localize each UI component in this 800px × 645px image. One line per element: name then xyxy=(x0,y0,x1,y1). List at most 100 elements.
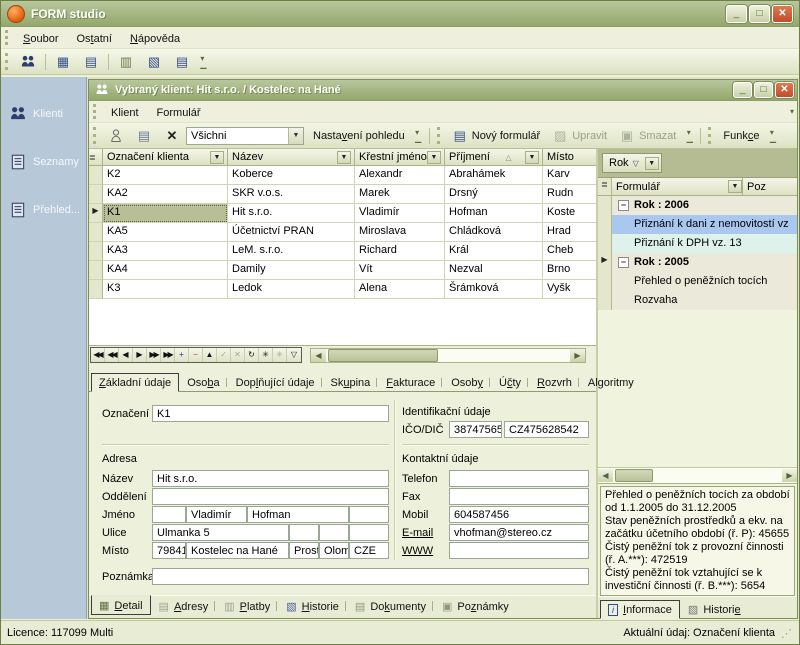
nav-refresh-icon[interactable]: ↻ xyxy=(245,348,259,362)
edit-client-button[interactable]: ▤ xyxy=(131,125,157,147)
toolbar-grip[interactable] xyxy=(93,127,98,145)
table-cell[interactable]: Ledok xyxy=(228,280,355,299)
note-field[interactable] xyxy=(152,568,589,585)
functions-button[interactable]: Funkce xyxy=(718,127,764,145)
tab-historie[interactable]: ▧Historie xyxy=(278,596,347,615)
group-by-year-button[interactable]: Rok ▽ ▼ xyxy=(602,153,662,173)
table-cell[interactable]: KA3 xyxy=(103,242,228,261)
table-cell[interactable]: Vyšk xyxy=(543,280,596,299)
toolbar-overflow-icon[interactable]: ▾▁ xyxy=(413,123,424,148)
tree-item-row[interactable]: Přehled o peněžních tocích xyxy=(598,272,797,291)
view-settings-button[interactable]: Nastavení pohledu xyxy=(308,127,410,145)
tree-item-row[interactable]: Rozvaha xyxy=(598,291,797,310)
scrollbar-thumb[interactable] xyxy=(615,469,653,482)
tab-platby[interactable]: ▥Platby xyxy=(216,596,278,615)
tree-item-row[interactable]: Přiznání k dani z nemovitostí vz xyxy=(598,215,797,234)
scroll-right-icon[interactable]: ▶ xyxy=(782,469,797,482)
column-dropdown-icon[interactable]: ▼ xyxy=(210,151,224,164)
toolbar-grip[interactable] xyxy=(708,127,713,145)
table-cell[interactable]: Brno xyxy=(543,261,596,280)
delete-form-button[interactable]: ▣ Smazat xyxy=(614,125,681,147)
grid-horizontal-scrollbar[interactable]: ◀ ▶ xyxy=(310,348,586,363)
clients-toolbar-button[interactable] xyxy=(15,51,41,73)
resize-grip[interactable]: ⋰ xyxy=(781,627,793,639)
tab-osoba[interactable]: Osoba xyxy=(179,373,227,391)
name-suffix-field[interactable] xyxy=(349,506,389,523)
copies-toolbar-button[interactable]: ▧ xyxy=(141,51,167,73)
calculator-toolbar-button[interactable]: ▦ xyxy=(50,51,76,73)
table-row[interactable]: KA2SKR v.o.s.MarekDrsnýRudn xyxy=(89,185,596,204)
table-cell[interactable]: Drsný xyxy=(445,185,543,204)
menu-item-npovda[interactable]: Nápověda xyxy=(121,31,189,47)
table-cell[interactable]: LeM. s.r.o. xyxy=(228,242,355,261)
street-extra3-field[interactable] xyxy=(349,524,389,541)
menu-item-ostatn[interactable]: Ostatní xyxy=(67,31,120,47)
nav-next-icon[interactable]: ▶ xyxy=(133,348,147,362)
table-cell[interactable]: Nezval xyxy=(445,261,543,280)
forms-horizontal-scrollbar[interactable]: ◀ ▶ xyxy=(598,468,797,484)
table-cell[interactable]: Karv xyxy=(543,166,596,185)
country-field[interactable]: CZE xyxy=(349,542,389,559)
www-link-label[interactable]: WWW xyxy=(402,545,433,557)
nav-prior-page-icon[interactable]: ◀◀ xyxy=(105,348,119,362)
table-cell[interactable]: KA4 xyxy=(103,261,228,280)
table-cell[interactable]: Šrámková xyxy=(445,280,543,299)
nav-edit-icon[interactable]: ▲ xyxy=(203,348,217,362)
email-link-label[interactable]: E-mail xyxy=(402,527,433,539)
menu-item-soubor[interactable]: Soubor xyxy=(14,31,67,47)
table-cell[interactable]: Cheb xyxy=(543,242,596,261)
forms-toolbar-button[interactable]: ▤ xyxy=(78,51,104,73)
tree-group-row[interactable]: −Rok : 2006 xyxy=(598,196,797,215)
tree-group-row[interactable]: ▶−Rok : 2005 xyxy=(598,253,797,272)
table-cell[interactable]: Marek xyxy=(355,185,445,204)
dropdown-icon[interactable]: ▼ xyxy=(645,157,659,170)
table-cell[interactable]: Král xyxy=(445,242,543,261)
column-dropdown-icon[interactable]: ▼ xyxy=(525,151,539,164)
column-dropdown-icon[interactable]: ▼ xyxy=(337,151,351,164)
menu-overflow-icon[interactable]: ▾ xyxy=(790,107,794,116)
zip-field[interactable]: 79841 xyxy=(152,542,186,559)
nav-next-page-icon[interactable]: ▶▶ xyxy=(147,348,161,362)
table-row[interactable]: ▶K1Hit s.r.o.VladimírHofmanKoste xyxy=(89,204,596,223)
tree-item-row[interactable]: Přiznání k DPH vz. 13 xyxy=(598,234,797,253)
street-extra2-field[interactable] xyxy=(319,524,349,541)
nav-bookmark-icon[interactable]: ✳ xyxy=(259,348,273,362)
collapse-icon[interactable]: − xyxy=(618,257,629,268)
table-cell[interactable]: Alexandr xyxy=(355,166,445,185)
table-cell[interactable]: Koberce xyxy=(228,166,355,185)
combo-dropdown-icon[interactable]: ▼ xyxy=(288,128,303,144)
tab-fakturace[interactable]: Fakturace xyxy=(378,373,443,391)
tab-doplujcdaje[interactable]: Doplňující údaje xyxy=(228,373,323,391)
list-toolbar-button[interactable]: ▤ xyxy=(169,51,195,73)
client-minimize-button[interactable]: _ xyxy=(733,82,752,98)
table-cell[interactable]: Damily xyxy=(228,261,355,280)
department-field[interactable] xyxy=(152,488,389,505)
table-cell[interactable]: Abrahámek xyxy=(445,166,543,185)
toolbar-overflow-icon[interactable]: ▾▁ xyxy=(198,49,209,74)
table-cell[interactable]: Hofman xyxy=(445,204,543,223)
nav-prior-icon[interactable]: ◀ xyxy=(119,348,133,362)
street-extra1-field[interactable] xyxy=(289,524,319,541)
client-maximize-button[interactable]: □ xyxy=(754,82,773,98)
delete-client-button[interactable]: ✕ xyxy=(159,125,185,147)
toolbar-grip[interactable] xyxy=(437,127,442,145)
ico-field[interactable]: 38747565 xyxy=(449,421,502,438)
district-field[interactable]: Prost xyxy=(289,542,319,559)
nav-post-icon[interactable]: ✓ xyxy=(217,348,231,362)
toolbar-grip[interactable] xyxy=(93,104,98,119)
tab-rozvrh[interactable]: Rozvrh xyxy=(529,373,580,391)
client-close-button[interactable]: ✕ xyxy=(775,82,794,98)
tab-osoby[interactable]: Osoby xyxy=(443,373,491,391)
sidebar-item-klienti[interactable]: Klienti xyxy=(1,99,86,129)
tab-poznmky[interactable]: ▣Poznámky xyxy=(434,596,517,615)
dic-field[interactable]: CZ475628542 xyxy=(504,421,589,438)
edit-form-button[interactable]: ▨ Upravit xyxy=(547,125,612,147)
email-field[interactable]: vhofman@stereo.cz xyxy=(449,524,589,541)
collapse-icon[interactable]: − xyxy=(618,200,629,211)
toolbar-grip[interactable] xyxy=(5,30,10,45)
scroll-left-icon[interactable]: ◀ xyxy=(598,469,613,482)
table-cell[interactable]: Richard xyxy=(355,242,445,261)
scroll-left-icon[interactable]: ◀ xyxy=(311,349,326,362)
street-field[interactable]: Ulmanka 5 xyxy=(152,524,289,541)
column-header-3[interactable]: Křestní jméno▼ xyxy=(355,149,445,166)
